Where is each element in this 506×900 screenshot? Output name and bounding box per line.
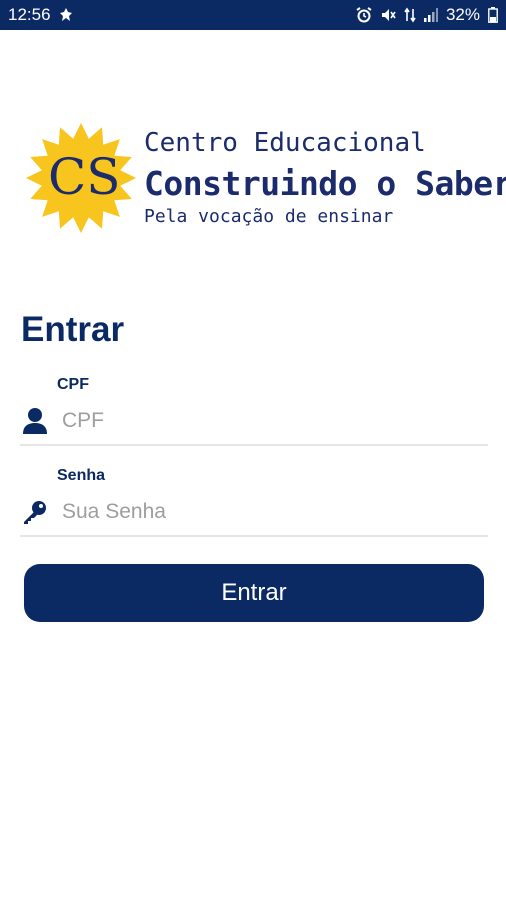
mute-icon xyxy=(380,7,396,23)
status-right: 32% xyxy=(356,5,498,25)
password-field-row xyxy=(20,489,488,537)
battery-percent: 32% xyxy=(445,5,480,24)
person-icon xyxy=(20,407,50,435)
cpf-input[interactable] xyxy=(62,409,488,433)
logo-title-line1: Centro Educacional xyxy=(144,128,426,158)
signal-icon xyxy=(423,8,438,22)
key-icon xyxy=(20,499,50,525)
battery-icon xyxy=(488,7,498,23)
password-input[interactable] xyxy=(62,500,488,524)
logo-tagline: Pela vocação de ensinar xyxy=(144,206,394,227)
alarm-icon xyxy=(356,7,372,23)
logo-monogram: CS xyxy=(48,148,121,206)
sun-logo-icon: CS xyxy=(26,123,136,233)
cpf-field-row xyxy=(20,398,488,446)
logo-title-line2: Construindo o Saber xyxy=(144,164,506,203)
notification-icon xyxy=(59,7,73,23)
status-bar: 12:56 32% xyxy=(0,0,506,30)
password-label: Senha xyxy=(57,467,106,484)
page-title: Entrar xyxy=(21,310,125,349)
status-left: 12:56 xyxy=(8,5,73,25)
login-button[interactable]: Entrar xyxy=(24,564,484,622)
school-logo: CS Centro Educacional Construindo o Sabe… xyxy=(22,122,506,234)
cpf-label: CPF xyxy=(57,376,89,393)
data-transfer-icon xyxy=(404,7,416,23)
status-time: 12:56 xyxy=(8,5,51,24)
